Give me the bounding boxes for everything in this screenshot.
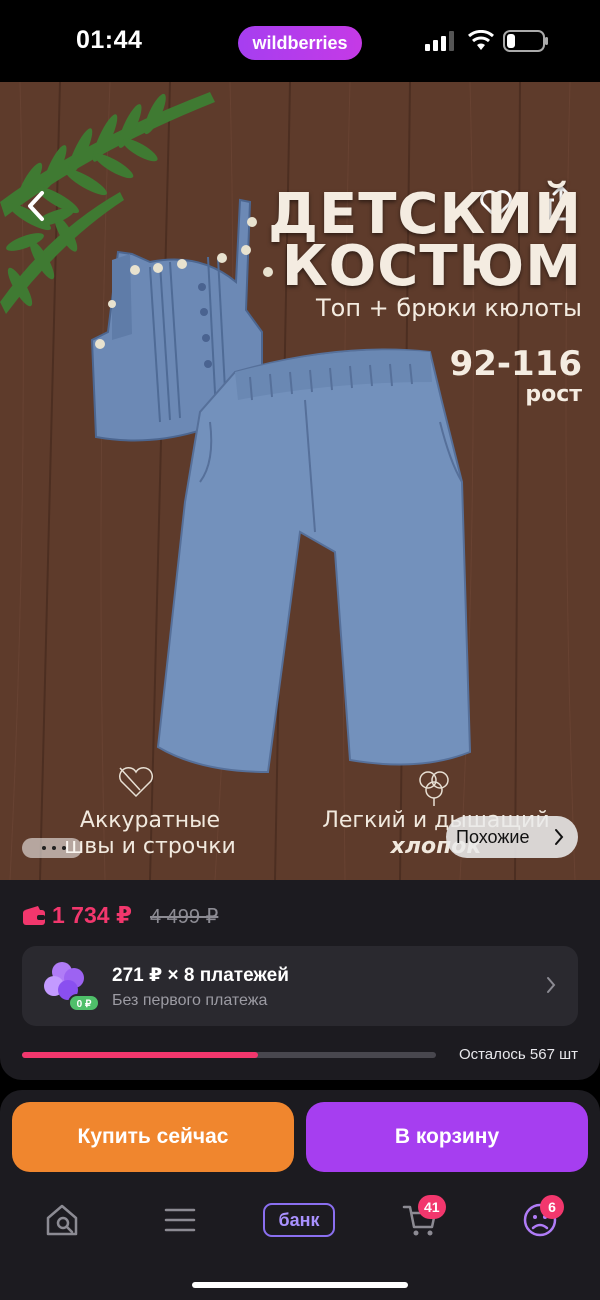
page-dot	[52, 846, 56, 850]
cotton-icon	[419, 771, 449, 806]
stock-remaining: Осталось 567 шт	[458, 1046, 578, 1063]
nav-bank[interactable]: банк	[262, 1200, 336, 1240]
cart-count-badge: 41	[418, 1195, 446, 1219]
installment-card[interactable]: 0 ₽ 271 ₽ × 8 платежей Без первого плате…	[22, 946, 578, 1026]
banner-title-line2: КОСТЮМ	[281, 234, 582, 299]
wifi-icon	[468, 30, 494, 50]
banner-size-label: рост	[525, 382, 582, 407]
nav-home[interactable]	[40, 1200, 84, 1240]
split-payment-icon: 0 ₽	[44, 962, 100, 1012]
banner-subtitle: Топ + брюки кюлоты	[315, 294, 582, 322]
signal-icon	[425, 31, 454, 51]
chevron-right-icon	[547, 977, 556, 993]
old-price: 4 499 ₽	[150, 906, 219, 928]
product-image-gallery[interactable]: ДЕТСКИЙ КОСТЮМ Топ + брюки кюлоты 92-116…	[0, 82, 600, 880]
status-time: 01:44	[76, 26, 143, 54]
profile-notification-badge: 6	[540, 1195, 564, 1219]
wildberries-logo: wildberries	[238, 26, 362, 60]
feature-seams-line1: Аккуратные	[79, 808, 221, 833]
nav-catalog[interactable]	[158, 1200, 202, 1240]
chevron-right-icon	[555, 829, 564, 845]
heart-sketch-icon	[119, 767, 153, 798]
price-panel: 1 734 ₽ 4 499 ₽ 0 ₽ 271 ₽ × 8 платежей Б…	[0, 880, 600, 1080]
status-bar: 01:44 wildberries	[0, 0, 600, 82]
banner-size-range: 92-116	[449, 344, 582, 384]
bottom-bar: Купить сейчас В корзину банк 41 6	[0, 1090, 600, 1300]
bank-label: банк	[263, 1203, 335, 1237]
similar-label: Похожие	[456, 826, 530, 847]
buy-now-button[interactable]: Купить сейчас	[12, 1102, 294, 1172]
back-arrow-icon[interactable]	[22, 187, 52, 225]
stock-progress-bar	[22, 1052, 436, 1058]
stock-progress-fill	[22, 1052, 258, 1058]
wallet-icon	[23, 906, 45, 925]
installment-title: 271 ₽ × 8 платежей	[112, 965, 289, 986]
gallery-pagination[interactable]	[22, 838, 82, 858]
home-search-icon	[46, 1204, 78, 1236]
page-dot	[62, 846, 66, 850]
menu-icon	[164, 1208, 196, 1232]
similar-button[interactable]: Похожие	[446, 816, 578, 858]
battery-icon	[503, 30, 548, 52]
add-to-cart-button[interactable]: В корзину	[306, 1102, 588, 1172]
zero-rub-badge: 0 ₽	[77, 999, 92, 1010]
installment-subtitle: Без первого платежа	[112, 992, 268, 1009]
page-dot	[42, 846, 46, 850]
home-indicator[interactable]	[192, 1282, 408, 1288]
current-price: 1 734 ₽	[52, 902, 132, 928]
